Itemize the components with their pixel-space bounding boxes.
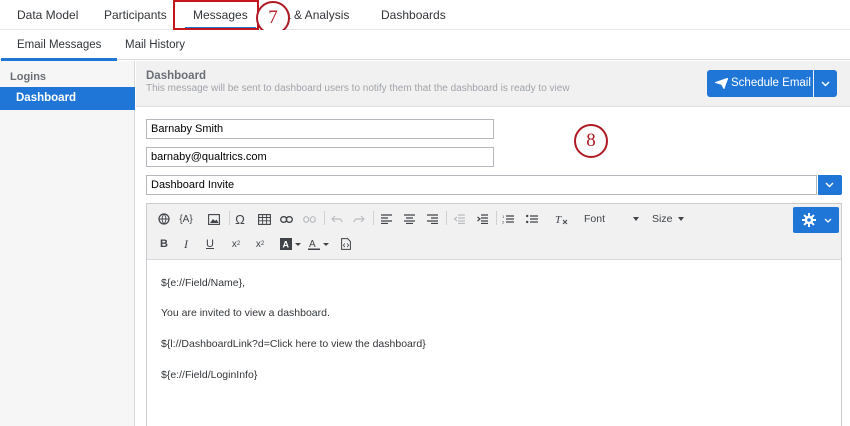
chevron-down-icon — [821, 81, 830, 87]
bold-icon[interactable]: B — [155, 235, 173, 253]
schedule-email-button[interactable]: Schedule Email — [707, 70, 813, 97]
align-right-icon[interactable] — [423, 210, 441, 228]
sidebar: Logins Dashboard — [0, 61, 135, 426]
align-left-icon[interactable] — [377, 210, 395, 228]
svg-text:2: 2 — [502, 220, 505, 225]
tab-mail-history[interactable]: Mail History — [125, 30, 185, 60]
tab-dashboards[interactable]: Dashboards — [381, 0, 446, 30]
editor-settings-button[interactable] — [793, 207, 839, 233]
svg-text:A: A — [309, 239, 316, 250]
message-template-select[interactable]: Dashboard Invite — [146, 175, 817, 195]
schedule-email-label: Schedule Email — [731, 77, 811, 89]
annotation-highlight-box — [173, 0, 259, 30]
piped-text-icon[interactable]: {A} — [177, 210, 195, 228]
tab-data-model[interactable]: Data Model — [17, 0, 78, 30]
sidebar-heading: Logins — [10, 71, 47, 83]
gear-icon — [802, 213, 816, 227]
source-code-icon[interactable] — [337, 235, 355, 253]
outdent-icon[interactable] — [450, 210, 468, 228]
editor-toolbar: {A} Ω 1 2 T Font Size B I U x 2 x 2 A A — [147, 204, 841, 260]
schedule-options-button[interactable] — [814, 70, 837, 97]
globe-icon[interactable] — [155, 210, 173, 228]
chevron-down-icon — [824, 218, 832, 223]
body-line-3: ${l://DashboardLink?d=Click here to view… — [161, 338, 426, 350]
redo-icon[interactable] — [350, 210, 368, 228]
sidebar-item-dashboard[interactable]: Dashboard — [0, 87, 135, 110]
unlink-icon[interactable] — [300, 210, 318, 228]
table-icon[interactable] — [255, 210, 273, 228]
special-character-icon[interactable]: Ω — [231, 210, 249, 228]
from-email-field[interactable]: barnaby@qualtrics.com — [146, 147, 494, 167]
superscript-icon[interactable]: x2 — [251, 235, 269, 253]
clear-formatting-icon[interactable]: T — [552, 210, 570, 228]
font-dropdown-label: Font — [584, 213, 606, 225]
caret-down-icon — [678, 217, 684, 221]
body-line-4: ${e://Field/LoginInfo} — [161, 369, 258, 381]
undo-icon[interactable] — [328, 210, 346, 228]
subscript-icon[interactable]: x2 — [227, 235, 245, 253]
svg-text:1: 1 — [502, 214, 505, 219]
message-editor: {A} Ω 1 2 T Font Size B I U x 2 x 2 A A … — [146, 203, 842, 426]
send-icon — [715, 78, 728, 89]
caret-down-icon — [633, 217, 639, 221]
bullet-list-icon[interactable] — [523, 210, 541, 228]
image-icon[interactable] — [205, 210, 223, 228]
svg-text:T: T — [555, 214, 562, 225]
indent-icon[interactable] — [473, 210, 491, 228]
body-line-2: You are invited to view a dashboard. — [161, 307, 330, 319]
sub-nav: Email Messages Mail History — [0, 30, 850, 61]
link-icon[interactable] — [277, 210, 295, 228]
from-name-field[interactable]: Barnaby Smith — [146, 119, 494, 139]
size-dropdown[interactable]: Size — [652, 210, 684, 228]
top-nav: Data Model Participants Messages a & Ana… — [0, 0, 850, 30]
body-line-1: ${e://Field/Name}, — [161, 277, 246, 289]
numbered-list-icon[interactable]: 12 — [499, 210, 517, 228]
text-color-icon[interactable]: A — [306, 235, 332, 253]
chevron-down-icon — [825, 182, 834, 188]
tab-participants[interactable]: Participants — [104, 0, 167, 30]
italic-icon[interactable]: I — [177, 235, 195, 253]
size-dropdown-label: Size — [652, 213, 673, 225]
template-dropdown-button[interactable] — [818, 175, 842, 195]
background-color-icon[interactable]: A — [278, 235, 304, 253]
tab-email-messages[interactable]: Email Messages — [0, 30, 118, 61]
message-subtitle: This message will be sent to dashboard u… — [146, 83, 570, 94]
tab-data-analysis[interactable]: a & Analysis — [284, 0, 349, 30]
message-title: Dashboard — [146, 70, 207, 82]
message-header: Dashboard This message will be sent to d… — [136, 61, 850, 107]
align-center-icon[interactable] — [400, 210, 418, 228]
font-dropdown[interactable]: Font — [584, 210, 639, 228]
underline-icon[interactable]: U — [201, 235, 219, 253]
step-badge-8: 8 — [574, 124, 608, 158]
svg-text:A: A — [283, 240, 290, 250]
